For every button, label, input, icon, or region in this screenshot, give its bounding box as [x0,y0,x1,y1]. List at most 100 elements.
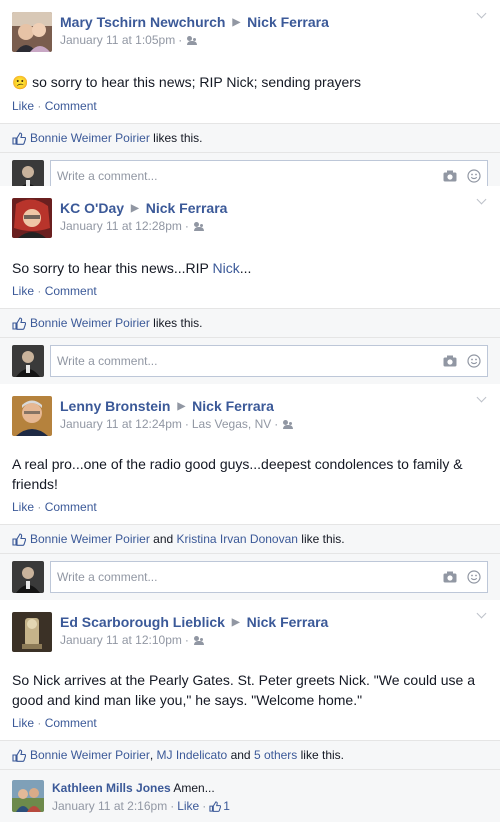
comment-composer: Write a comment... [0,338,500,385]
timestamp-link[interactable]: January 11 at 12:28pm [60,219,182,233]
post-text: A real pro...one of the radio good guys.… [0,436,500,494]
target-name-link[interactable]: Nick Ferrara [146,200,228,216]
likes-suffix: likes this. [153,131,203,145]
thumbs-up-icon [12,131,26,145]
feed-story: Lenny Bronstein ▶ Nick Ferrara January 1… [0,384,500,601]
others-link[interactable]: 5 others [254,748,297,762]
comment-input[interactable]: Write a comment... [50,345,488,377]
thumbs-up-icon[interactable] [209,800,222,812]
post-actions: Like · Comment [0,494,500,524]
smiley-icon[interactable] [467,169,481,183]
separator: · [37,500,42,514]
chevron-down-icon[interactable] [476,610,488,622]
smiley-icon[interactable] [467,354,481,368]
comment-text: Amen... [173,781,215,795]
feed-story: KC O'Day ▶ Nick Ferrara January 11 at 12… [0,186,500,385]
author-name-link[interactable]: KC O'Day [60,200,124,216]
target-name-link[interactable]: Nick Ferrara [247,614,329,630]
thumbs-up-icon [12,532,26,546]
comment-timestamp-link[interactable]: January 11 at 2:16pm [52,798,167,814]
viewer-avatar[interactable] [12,345,44,377]
friends-icon[interactable] [193,635,205,645]
comment: Kathleen Mills Jones Amen... January 11 … [0,770,500,822]
author-name-link[interactable]: Mary Tschirn Newchurch [60,14,225,30]
post-body: So Nick arrives at the Pearly Gates. St.… [12,672,476,708]
separator: · [184,417,189,431]
post-body: So sorry to hear this news...RIP [12,260,213,276]
separator: · [202,799,207,813]
separator: · [184,219,189,233]
camera-icon[interactable] [443,571,457,583]
ufi: Bonnie Weimer Poirier, MJ Indelicato and… [0,740,500,822]
author-avatar[interactable] [12,198,52,238]
camera-icon[interactable] [443,355,457,367]
separator: · [170,799,175,813]
commenter-avatar[interactable] [12,780,44,812]
like-link[interactable]: Like [12,500,34,514]
comment-like-count[interactable]: 1 [223,798,230,814]
liker-link[interactable]: Bonnie Weimer Poirier [30,748,150,762]
ufi: Bonnie Weimer Poirier likes this. Write … [0,308,500,385]
likes-sentence: Bonnie Weimer Poirier, MJ Indelicato and… [0,741,500,770]
post-actions: Like · Comment [0,93,500,123]
friends-icon[interactable] [193,221,205,231]
comment-like-link[interactable]: Like [177,798,199,814]
ufi: Bonnie Weimer Poirier and Kristina Irvan… [0,524,500,601]
separator: · [37,716,42,730]
commenter-name-link[interactable]: Kathleen Mills Jones [52,781,171,795]
timestamp-link[interactable]: January 11 at 1:05pm [60,33,175,47]
chevron-down-icon[interactable] [476,394,488,406]
comment-placeholder: Write a comment... [57,169,158,183]
target-name-link[interactable]: Nick Ferrara [192,398,274,414]
liker-link[interactable]: Bonnie Weimer Poirier [30,131,150,145]
news-feed: Mary Tschirn Newchurch ▶ Nick Ferrara Ja… [0,0,500,823]
likes-suffix: likes this. [153,316,203,330]
likes-sentence: Bonnie Weimer Poirier and Kristina Irvan… [0,525,500,554]
timestamp-link[interactable]: January 11 at 12:24pm [60,417,182,431]
liker-link[interactable]: MJ Indelicato [157,748,228,762]
like-link[interactable]: Like [12,716,34,730]
like-link[interactable]: Like [12,99,34,113]
chevron-down-icon[interactable] [476,196,488,208]
comment-input[interactable]: Write a comment... [50,561,488,593]
comment-link[interactable]: Comment [45,284,97,298]
liker-link[interactable]: Bonnie Weimer Poirier [30,532,150,546]
separator: · [37,284,42,298]
post-text: 😕 so sorry to hear this news; RIP Nick; … [0,52,500,93]
likes-sentence: Bonnie Weimer Poirier likes this. [0,309,500,338]
arrow-icon: ▶ [232,16,241,28]
author-name-link[interactable]: Lenny Bronstein [60,398,170,414]
chevron-down-icon[interactable] [476,10,488,22]
separator: · [274,417,279,431]
separator: · [37,99,42,113]
likes-comma: , [149,748,154,762]
thumbs-up-icon [12,748,26,762]
smiley-icon[interactable] [467,570,481,584]
arrow-icon: ▶ [231,616,240,628]
comment-link[interactable]: Comment [45,99,97,113]
comment-link[interactable]: Comment [45,716,97,730]
separator: · [178,33,183,47]
post-body-end: ... [239,260,252,276]
friends-icon[interactable] [283,419,294,429]
author-avatar[interactable] [12,396,52,436]
likes-and: and [153,532,174,546]
mention-link[interactable]: Nick [213,260,240,276]
camera-icon[interactable] [443,170,457,182]
timestamp-link[interactable]: January 11 at 12:10pm [60,633,182,647]
liker-link[interactable]: Bonnie Weimer Poirier [30,316,150,330]
comment-composer: Write a comment... [0,554,500,601]
arrow-icon: ▶ [131,202,139,214]
likes-and: and [230,748,251,762]
author-avatar[interactable] [12,12,52,52]
viewer-avatar[interactable] [12,561,44,593]
author-name-link[interactable]: Ed Scarborough Lieblick [60,614,225,630]
friends-icon[interactable] [187,35,198,45]
target-name-link[interactable]: Nick Ferrara [247,14,329,30]
location-link[interactable]: Las Vegas, NV [192,417,271,431]
liker-link[interactable]: Kristina Irvan Donovan [177,532,298,546]
author-avatar[interactable] [12,612,52,652]
likes-suffix: like this. [301,532,345,546]
comment-link[interactable]: Comment [45,500,97,514]
like-link[interactable]: Like [12,284,34,298]
